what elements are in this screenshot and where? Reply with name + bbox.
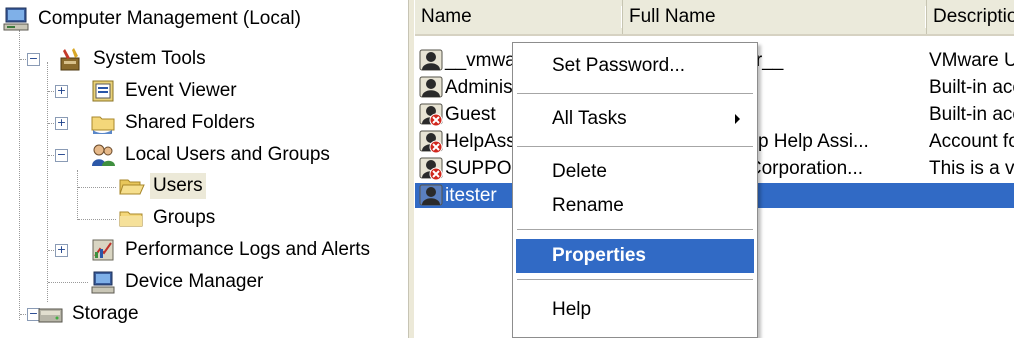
menu-separator — [517, 146, 753, 148]
list-header: Name Full Name Description — [415, 0, 1014, 36]
tree-label: Local Users and Groups — [125, 144, 330, 165]
cell-description: This is a vendor's account — [929, 158, 1014, 179]
cell-description: Account for Providing Remote Assistance — [929, 131, 1014, 152]
column-header-full-name[interactable]: Full Name — [623, 0, 927, 34]
tree-node-device-manager[interactable]: Device Manager — [90, 268, 266, 296]
user-icon — [419, 49, 443, 70]
expand-event-viewer[interactable]: + — [55, 85, 68, 98]
users-groups-icon — [92, 144, 115, 166]
disabled-user-icon — [419, 103, 443, 126]
submenu-arrow-icon — [735, 114, 740, 124]
tree-label: Users — [150, 173, 206, 199]
disabled-user-icon — [419, 130, 443, 153]
menu-separator — [517, 93, 753, 95]
tree-label: Storage — [72, 303, 139, 324]
tree-connector — [77, 170, 78, 220]
cell-description: Built-in account for guest access — [929, 104, 1014, 125]
column-header-name[interactable]: Name — [415, 0, 623, 34]
folder-icon — [119, 211, 143, 227]
expand-performance-logs[interactable]: + — [55, 244, 68, 257]
menu-separator — [517, 279, 753, 281]
tree-node-local-users-groups[interactable]: Local Users and Groups — [90, 141, 333, 169]
tree-node-storage[interactable]: Storage — [37, 300, 142, 328]
device-manager-icon — [91, 271, 115, 294]
tree-label: Device Manager — [125, 271, 264, 292]
tree-label: Groups — [153, 207, 216, 228]
expand-shared-folders[interactable]: + — [55, 117, 68, 130]
menu-item-help[interactable]: Help — [516, 293, 754, 327]
disabled-user-icon — [419, 157, 443, 180]
tree-node-system-tools[interactable]: System Tools — [58, 45, 209, 73]
tree-node-performance-logs[interactable]: Performance Logs and Alerts — [90, 236, 373, 264]
tree-label: Computer Management (Local) — [38, 8, 301, 29]
cell-description: Built-in account for administering — [929, 77, 1014, 98]
menu-item-rename[interactable]: Rename — [516, 189, 754, 223]
column-header-description[interactable]: Description — [927, 0, 1014, 34]
menu-item-set-password[interactable]: Set Password... — [516, 49, 754, 83]
tree-node-computer-management[interactable]: Computer Management (Local) — [3, 5, 304, 33]
tree-connector — [78, 187, 116, 188]
tree-connector — [48, 282, 88, 283]
user-icon — [419, 184, 443, 205]
collapse-local-users-groups[interactable]: − — [55, 149, 68, 162]
tree-label: Performance Logs and Alerts — [125, 239, 371, 260]
computer-icon — [3, 7, 29, 31]
tree-connector — [47, 62, 48, 302]
event-viewer-icon — [92, 80, 114, 102]
console-tree[interactable]: − + + − + − Computer Management (Local) … — [0, 0, 408, 338]
tree-node-event-viewer[interactable]: Event Viewer — [90, 77, 240, 105]
collapse-system-tools[interactable]: − — [27, 53, 40, 66]
menu-separator — [517, 229, 753, 231]
menu-item-all-tasks[interactable]: All Tasks — [516, 102, 754, 136]
tree-node-groups[interactable]: Groups — [118, 204, 218, 232]
cell-description — [929, 183, 1014, 208]
performance-icon — [92, 239, 114, 261]
tools-icon — [60, 48, 80, 71]
tree-label: System Tools — [93, 48, 206, 69]
tree-node-users[interactable]: Users — [118, 172, 206, 200]
tree-label: Event Viewer — [125, 80, 237, 101]
menu-item-properties[interactable]: Properties — [516, 239, 754, 273]
pane-splitter[interactable] — [408, 0, 415, 338]
context-menu: Set Password... All Tasks Delete Rename … — [512, 42, 758, 338]
tree-connector — [19, 30, 20, 320]
storage-icon — [38, 308, 63, 323]
cell-description: VMware User — [929, 50, 1014, 71]
tree-node-shared-folders[interactable]: Shared Folders — [90, 109, 258, 137]
tree-label: Shared Folders — [125, 112, 255, 133]
shared-folder-icon — [91, 116, 115, 134]
menu-item-delete[interactable]: Delete — [516, 155, 754, 189]
tree-connector — [78, 219, 116, 220]
user-icon — [419, 76, 443, 97]
open-folder-icon — [119, 179, 145, 195]
